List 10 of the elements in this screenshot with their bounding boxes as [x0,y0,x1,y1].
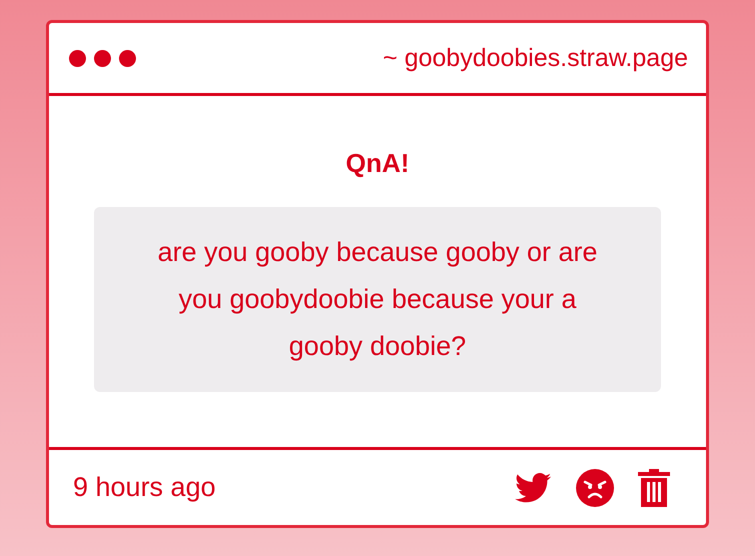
question-text: are you gooby because gooby or are you goobydoobie because your a gooby doobie? [94,207,661,392]
dot-icon [69,50,86,66]
dot-icon [119,50,136,66]
timestamp: 9 hours ago [73,472,216,503]
trash-icon[interactable] [638,468,670,506]
bird-icon[interactable] [514,472,552,502]
angry-face-icon[interactable] [576,468,614,506]
page-address: ~ goobydoobies.straw.page [382,44,688,72]
card-title: QnA! [346,148,410,179]
dot-icon [94,50,111,66]
